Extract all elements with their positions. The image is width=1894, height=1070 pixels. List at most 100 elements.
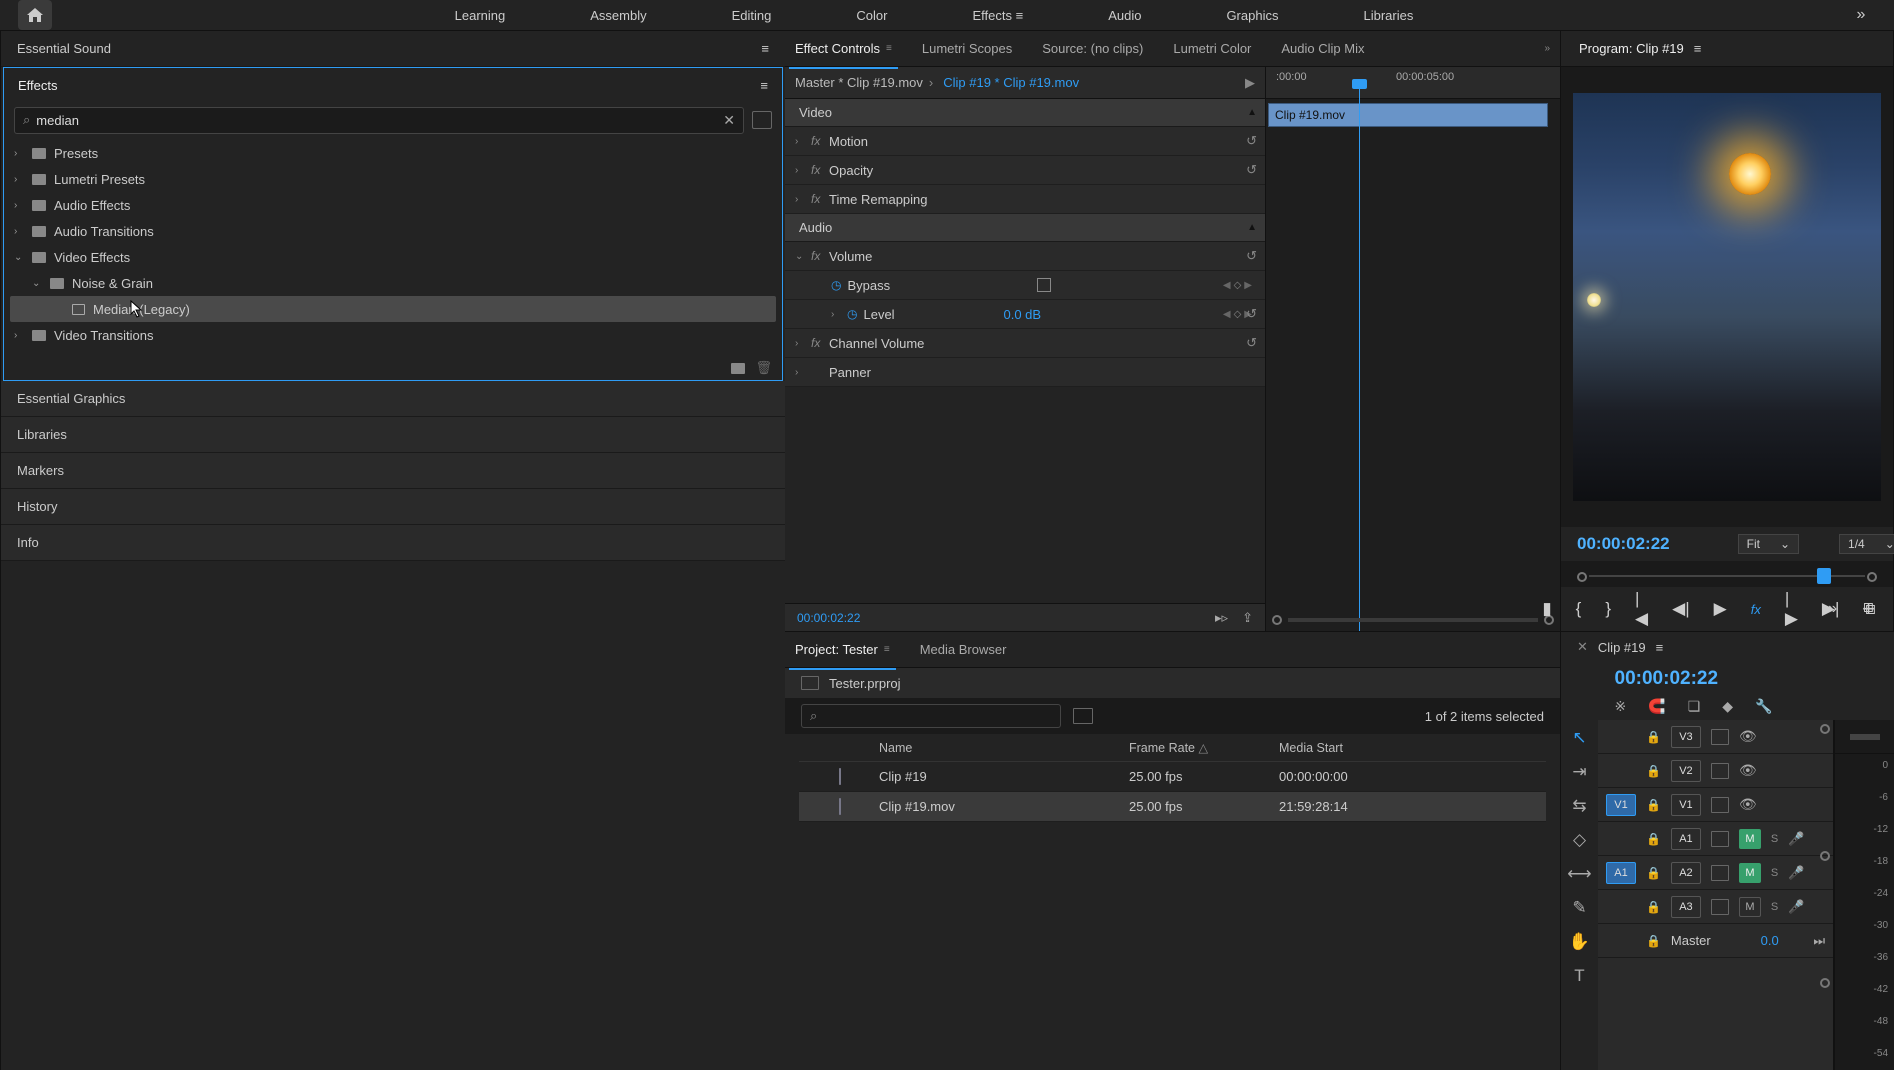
sync-lock-icon[interactable] bbox=[1711, 899, 1729, 915]
goto-in-button[interactable]: |◀ bbox=[1635, 589, 1648, 629]
workspace-tab-learning[interactable]: Learning bbox=[455, 4, 506, 27]
ec-row-level[interactable]: › ◷ Level 0.0 dB ◀◇▶ ↺ bbox=[785, 300, 1265, 329]
zoom-fit-select[interactable]: Fit⌄ bbox=[1738, 534, 1799, 554]
workspace-tab-assembly[interactable]: Assembly bbox=[590, 4, 646, 27]
fx-toggle-button[interactable]: fx bbox=[1751, 602, 1761, 617]
track-head-a2[interactable]: A1🔒A2MS🎤 bbox=[1598, 856, 1833, 890]
marker-add-icon[interactable]: ◆ bbox=[1722, 698, 1733, 715]
tab-media-browser[interactable]: Media Browser bbox=[920, 638, 1007, 661]
clear-search-icon[interactable]: ✕ bbox=[723, 112, 735, 129]
go-out-button[interactable]: } bbox=[1605, 599, 1611, 619]
add-button[interactable]: + bbox=[1862, 596, 1875, 622]
col-frame-rate[interactable]: Frame Rate △ bbox=[1129, 740, 1279, 755]
stopwatch-icon[interactable]: ◷ bbox=[831, 278, 841, 292]
effect-folder-item[interactable]: ›Presets bbox=[10, 140, 776, 166]
step-fwd-button[interactable]: |▶ bbox=[1785, 589, 1798, 629]
track-head-v2[interactable]: 🔒V2👁 bbox=[1598, 754, 1833, 788]
mute-button[interactable]: M bbox=[1739, 829, 1761, 849]
essential-sound-header[interactable]: Essential Sound≡ bbox=[1, 31, 785, 67]
effect-folder-item[interactable]: ⌄Video Effects bbox=[10, 244, 776, 270]
eye-icon[interactable]: 👁 bbox=[1739, 762, 1757, 779]
sync-lock-icon[interactable] bbox=[1711, 729, 1729, 745]
project-search-input[interactable]: ⌕ bbox=[801, 704, 1061, 728]
sync-lock-icon[interactable] bbox=[1711, 831, 1729, 847]
tab-lumetri-scopes[interactable]: Lumetri Scopes bbox=[922, 37, 1012, 60]
markers-header[interactable]: Markers bbox=[1, 453, 785, 489]
tab-overflow-icon[interactable]: » bbox=[1544, 43, 1550, 54]
delete-icon[interactable]: 🗑 bbox=[755, 360, 772, 376]
history-header[interactable]: History bbox=[1, 489, 785, 525]
ec-section-video[interactable]: Video▲ bbox=[785, 99, 1265, 127]
tab-effect-controls[interactable]: Effect Controls≡ bbox=[795, 37, 892, 60]
workspace-tab-editing[interactable]: Editing bbox=[732, 4, 772, 27]
master-level[interactable]: 0.0 bbox=[1761, 933, 1779, 948]
reset-icon[interactable]: ↺ bbox=[1246, 133, 1257, 149]
effect-folder-item[interactable]: ›Audio Transitions bbox=[10, 218, 776, 244]
track-head-v1[interactable]: V1🔒V1👁 bbox=[1598, 788, 1833, 822]
libraries-header[interactable]: Libraries bbox=[1, 417, 785, 453]
lock-icon[interactable]: 🔒 bbox=[1646, 832, 1661, 846]
effect-folder-item[interactable]: ›Audio Effects bbox=[10, 192, 776, 218]
hand-tool-icon[interactable]: ✋ bbox=[1569, 932, 1590, 952]
tab-audio-clip-mix[interactable]: Audio Clip Mix bbox=[1281, 37, 1364, 60]
track-head-v3[interactable]: 🔒V3👁 bbox=[1598, 720, 1833, 754]
ec-row-volume[interactable]: ⌄fxVolume↺ bbox=[785, 242, 1265, 271]
workspace-tab-audio[interactable]: Audio bbox=[1108, 4, 1141, 27]
sync-lock-icon[interactable] bbox=[1711, 797, 1729, 813]
ec-row-channel-volume[interactable]: ›fxChannel Volume↺ bbox=[785, 329, 1265, 358]
mute-button[interactable]: M bbox=[1739, 897, 1761, 917]
sequence-menu-icon[interactable]: ≡ bbox=[1656, 640, 1664, 655]
transport-overflow-icon[interactable]: » bbox=[1828, 600, 1837, 618]
reset-icon[interactable]: ↺ bbox=[1246, 306, 1257, 322]
sequence-name[interactable]: Clip #19 bbox=[1598, 640, 1646, 655]
workspace-tab-libraries[interactable]: Libraries bbox=[1363, 4, 1413, 27]
linked-selection-icon[interactable]: ❏ bbox=[1688, 698, 1701, 715]
ec-row-panner[interactable]: ›fxPanner bbox=[785, 358, 1265, 387]
effect-preset-item[interactable]: Median (Legacy) bbox=[10, 296, 776, 322]
filter-bin-icon[interactable] bbox=[1073, 708, 1093, 724]
stopwatch-icon[interactable]: ◷ bbox=[847, 307, 857, 321]
effect-folder-item[interactable]: ⌄Noise & Grain bbox=[10, 270, 776, 296]
ec-section-audio[interactable]: Audio▲ bbox=[785, 214, 1265, 242]
info-header[interactable]: Info bbox=[1, 525, 785, 561]
ec-toggle-icon[interactable]: ▸▹ bbox=[1215, 610, 1228, 626]
project-item-row[interactable]: Clip #19.mov25.00 fps21:59:28:14 bbox=[799, 792, 1546, 822]
src-patch-a1[interactable]: A1 bbox=[1606, 862, 1636, 884]
effect-folder-item[interactable]: ›Video Transitions bbox=[10, 322, 776, 348]
bypass-checkbox[interactable] bbox=[1037, 278, 1051, 292]
quality-select[interactable]: 1/4⌄ bbox=[1839, 534, 1894, 554]
effects-search-input[interactable] bbox=[36, 113, 723, 128]
sync-lock-icon[interactable] bbox=[1711, 865, 1729, 881]
effect-folder-item[interactable]: ›Lumetri Presets bbox=[10, 166, 776, 192]
eye-icon[interactable]: 👁 bbox=[1739, 796, 1757, 813]
lock-icon[interactable]: 🔒 bbox=[1646, 730, 1661, 744]
solo-button[interactable]: S bbox=[1771, 833, 1778, 845]
workspace-menu-icon[interactable]: ≡ bbox=[1016, 4, 1024, 27]
sync-lock-icon[interactable] bbox=[1711, 763, 1729, 779]
voice-over-icon[interactable]: 🎤 bbox=[1788, 865, 1804, 881]
mute-button[interactable]: M bbox=[1739, 863, 1761, 883]
new-custom-bin-icon[interactable] bbox=[731, 363, 745, 374]
panel-menu-icon[interactable]: ≡ bbox=[886, 43, 892, 54]
insert-sequence-icon[interactable]: ※ bbox=[1615, 698, 1627, 715]
workspace-tab-color[interactable]: Color bbox=[856, 4, 887, 27]
pen-tool-icon[interactable]: ✎ bbox=[1572, 898, 1586, 918]
track-head-master[interactable]: 🔒Master0.0⏭ bbox=[1598, 924, 1833, 958]
col-media-start[interactable]: Media Start bbox=[1279, 741, 1429, 755]
lock-icon[interactable]: 🔒 bbox=[1646, 934, 1661, 948]
ec-play-only-icon[interactable]: ▶ bbox=[1245, 75, 1255, 91]
go-in-button[interactable]: { bbox=[1576, 599, 1582, 619]
lock-icon[interactable]: 🔒 bbox=[1646, 900, 1661, 914]
ec-row-bypass[interactable]: ◷ Bypass ◀◇▶ bbox=[785, 271, 1265, 300]
program-menu-icon[interactable]: ≡ bbox=[1694, 41, 1702, 56]
voice-over-icon[interactable]: 🎤 bbox=[1788, 899, 1804, 915]
home-button[interactable] bbox=[18, 0, 52, 30]
razor-tool-icon[interactable]: ◇ bbox=[1573, 830, 1586, 850]
mark-in-button[interactable]: ▮ bbox=[1542, 599, 1551, 619]
ripple-edit-tool-icon[interactable]: ⇆ bbox=[1572, 796, 1586, 816]
new-bin-button[interactable] bbox=[752, 111, 772, 129]
reset-icon[interactable]: ↺ bbox=[1246, 248, 1257, 264]
essential-graphics-header[interactable]: Essential Graphics bbox=[1, 381, 785, 417]
ec-row-time-remap[interactable]: ›fxTime Remapping bbox=[785, 185, 1265, 214]
reset-icon[interactable]: ↺ bbox=[1246, 162, 1257, 178]
